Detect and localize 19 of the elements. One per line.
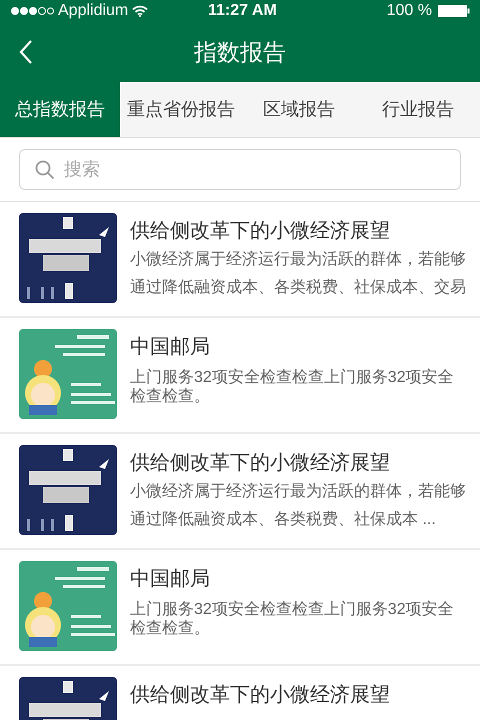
article-summary: 上门服务32项安全检查检查上门服务32项安全 检查检查。	[130, 368, 455, 406]
battery-icon	[438, 5, 470, 17]
signal-icon	[10, 6, 54, 16]
tab[interactable]: 总指数报告	[0, 82, 120, 137]
article-title: 供给侧改革下的小微经济展望	[130, 219, 391, 244]
search-field[interactable]: 搜索	[19, 149, 461, 190]
article-title: 中国邮局	[130, 335, 211, 360]
article-title: 中国邮局	[130, 567, 211, 592]
back-chevron-icon	[19, 39, 33, 65]
status-time: 11:27 AM	[208, 1, 277, 21]
article-title: 供给侧改革下的小微经济展望	[130, 683, 391, 708]
article-summary: 小微经济属于经济运行最为活跃的群体，若能够 通过降低融资成本、各类税费、社保成本 ...	[130, 482, 466, 530]
wifi-icon	[132, 5, 148, 17]
article-summary: 小微经济属于经济运行最为活跃的群体，若能够 通过降低融资成本、各类税费、社保成本、交易	[130, 250, 466, 298]
carrier-name: Applidium	[58, 1, 128, 21]
battery-percent: 100 %	[386, 1, 432, 21]
article-title: 供给侧改革下的小微经济展望	[130, 451, 391, 476]
page-title: 指数报告	[194, 38, 286, 67]
article-summary: 上门服务32项安全检查检查上门服务32项安全 检查检查。	[130, 600, 455, 638]
